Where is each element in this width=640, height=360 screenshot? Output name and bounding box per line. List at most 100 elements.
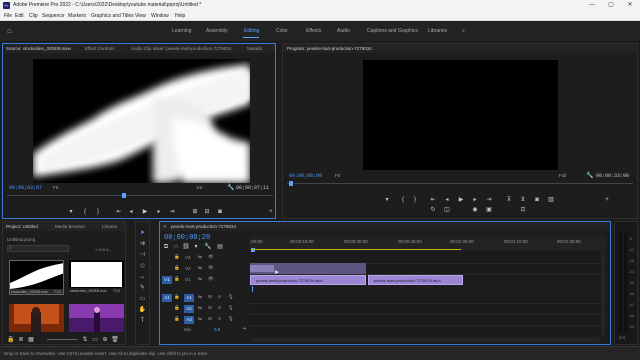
insert-icon[interactable]: ⊞	[191, 209, 199, 215]
audio-tracks-area[interactable]	[250, 292, 606, 336]
tab-libraries[interactable]: Librarie	[102, 224, 117, 229]
go-to-out-icon[interactable]: ⇥	[168, 209, 176, 215]
meter-solo-buttons[interactable]: S S	[619, 335, 625, 340]
sync-lock-icon[interactable]: ⇆	[198, 276, 202, 282]
rectangle-tool-icon[interactable]: ▭	[138, 295, 147, 304]
workspace-tab-color[interactable]: Color	[276, 28, 288, 34]
sync-lock-icon[interactable]: ⇆	[198, 316, 202, 322]
timeline-horizontal-scrollbar[interactable]	[250, 338, 600, 342]
workspace-tab-audio[interactable]: Audio	[337, 28, 350, 34]
nest-icon[interactable]: ⧉	[162, 244, 170, 250]
project-thumbnail-1[interactable]: stockvideo_02049t.mov 7;10	[9, 260, 64, 295]
timeline-timecode[interactable]: 00;00;00;20	[164, 234, 210, 242]
mark-in-icon[interactable]: {	[81, 209, 89, 215]
source-resolution-dropdown[interactable]: 1/2	[196, 185, 202, 190]
lock-icon[interactable]: 🔒	[174, 305, 180, 311]
eye-icon[interactable]: 👁	[208, 276, 214, 282]
pen-tool-icon[interactable]: ✎	[138, 284, 147, 293]
mark-out-icon[interactable]: }	[411, 197, 419, 203]
source-add-button-icon[interactable]: +	[267, 209, 275, 215]
add-marker-icon[interactable]: ▾	[67, 209, 75, 215]
ripple-edit-tool-icon[interactable]: ⊣	[138, 251, 147, 260]
source-fit-dropdown[interactable]: Fit	[53, 185, 58, 190]
microphone-icon[interactable]: 🎙	[228, 294, 234, 300]
source-patch-a1[interactable]: A1	[162, 294, 172, 302]
workspace-tab-assembly[interactable]: Assembly	[206, 28, 228, 34]
video-tracks-area[interactable]: pexels-mart-production-7279034.mp4 pexel…	[250, 252, 606, 286]
list-view-icon[interactable]: ≣	[17, 337, 25, 343]
step-forward-icon[interactable]: ▸	[471, 197, 479, 203]
track-label-v1[interactable]: V1	[185, 277, 191, 282]
add-marker-icon[interactable]: ▾	[383, 197, 391, 203]
snap-icon[interactable]: ∩	[172, 244, 180, 250]
captions-icon[interactable]: ▤	[216, 244, 224, 250]
lock-icon[interactable]: 🔒	[7, 337, 15, 343]
tab-media-browser[interactable]: Media Browser	[55, 224, 85, 229]
timeline-settings-icon[interactable]: 🔧	[204, 244, 212, 250]
go-to-edit-point-icon[interactable]: ⇥	[242, 326, 246, 332]
minimize-button[interactable]: —	[585, 1, 599, 10]
project-search-input[interactable]	[7, 245, 69, 252]
menu-file[interactable]: File	[4, 13, 12, 19]
track-label-v3[interactable]: V3	[185, 255, 191, 260]
proxy-toggle-icon[interactable]: ⊡	[519, 207, 527, 213]
new-bin-icon[interactable]: ▭	[91, 337, 99, 343]
type-tool-icon[interactable]: T	[138, 317, 147, 326]
program-playhead[interactable]	[289, 181, 293, 186]
menu-clip[interactable]: Clip	[29, 13, 38, 19]
safe-margins-icon[interactable]: ◫	[443, 207, 451, 213]
solo-button[interactable]: S	[218, 294, 221, 299]
go-to-in-icon[interactable]: ⇤	[115, 209, 123, 215]
home-icon[interactable]: ⌂	[7, 27, 15, 35]
sort-icon[interactable]: ⇅	[81, 337, 89, 343]
trash-icon[interactable]: 🗑	[111, 337, 119, 343]
tab-metadata[interactable]: Metada	[247, 46, 262, 51]
export-frame-icon[interactable]: ◙	[216, 209, 224, 215]
menu-edit[interactable]: Edit	[15, 13, 24, 19]
sync-lock-icon[interactable]: ⇆	[198, 305, 202, 311]
workspace-tab-effects[interactable]: Effects	[306, 28, 321, 34]
lock-icon[interactable]: 🔒	[174, 276, 180, 282]
lift-icon[interactable]: ⊼	[505, 197, 513, 203]
work-area-bar[interactable]	[251, 249, 461, 250]
mute-button[interactable]: M	[208, 316, 212, 321]
program-resolution-dropdown[interactable]: Full	[559, 173, 566, 178]
workspace-tab-editing[interactable]: Editing	[244, 28, 259, 34]
mute-button[interactable]: M	[208, 305, 212, 310]
program-timecode-in[interactable]: 00;00;00;00	[289, 173, 322, 179]
timeline-vertical-scrollbar[interactable]	[601, 252, 605, 336]
track-label-v2[interactable]: V2	[185, 266, 191, 271]
selection-tool-icon[interactable]: ➤	[138, 229, 147, 238]
track-label-a1[interactable]: A1	[184, 294, 194, 302]
eye-icon[interactable]: 👁	[208, 265, 214, 271]
multicam-icon[interactable]: ▣	[485, 207, 493, 213]
zoom-slider[interactable]	[47, 339, 77, 340]
workspaces-more-icon[interactable]: »	[462, 28, 465, 34]
mark-in-icon[interactable]: {	[399, 197, 407, 203]
solo-button[interactable]: S	[218, 316, 221, 321]
solo-button[interactable]: S	[218, 305, 221, 310]
step-forward-icon[interactable]: ▸	[155, 209, 163, 215]
maximize-button[interactable]: ▢	[604, 1, 618, 10]
lock-icon[interactable]: 🔒	[174, 265, 180, 271]
menu-sequence[interactable]: Sequence	[42, 13, 65, 19]
go-to-out-icon[interactable]: ⇥	[485, 197, 493, 203]
timeline-clip-v1-2[interactable]: pexels-mart-production-7279020.mp4	[368, 275, 463, 285]
razor-tool-icon[interactable]: ◇	[138, 262, 147, 271]
program-fit-dropdown[interactable]: Fit	[335, 173, 340, 178]
track-label-a3[interactable]: A3	[184, 316, 194, 324]
menu-graphics-and-titles[interactable]: Graphics and Titles	[91, 13, 134, 19]
eye-icon[interactable]: 👁	[208, 254, 214, 260]
timeline-ruler[interactable]: :00:00 00:00:15:00 00:00:30:00 00:00:45:…	[250, 236, 606, 250]
microphone-icon[interactable]: 🎙	[228, 305, 234, 311]
hand-tool-icon[interactable]: ✋	[138, 306, 147, 315]
source-timecode-in[interactable]: 00;00;03;07	[9, 185, 42, 191]
sync-lock-icon[interactable]: ⇆	[198, 265, 202, 271]
close-button[interactable]: ✕	[623, 1, 637, 10]
wrench-icon[interactable]: 🔧	[227, 184, 234, 191]
tab-effect-controls[interactable]: Effect Controls	[85, 46, 114, 51]
track-label-a2[interactable]: A2	[184, 305, 194, 313]
lock-icon[interactable]: 🔒	[174, 316, 180, 322]
sync-lock-icon[interactable]: ⇆	[198, 254, 202, 260]
mark-out-icon[interactable]: }	[94, 209, 102, 215]
